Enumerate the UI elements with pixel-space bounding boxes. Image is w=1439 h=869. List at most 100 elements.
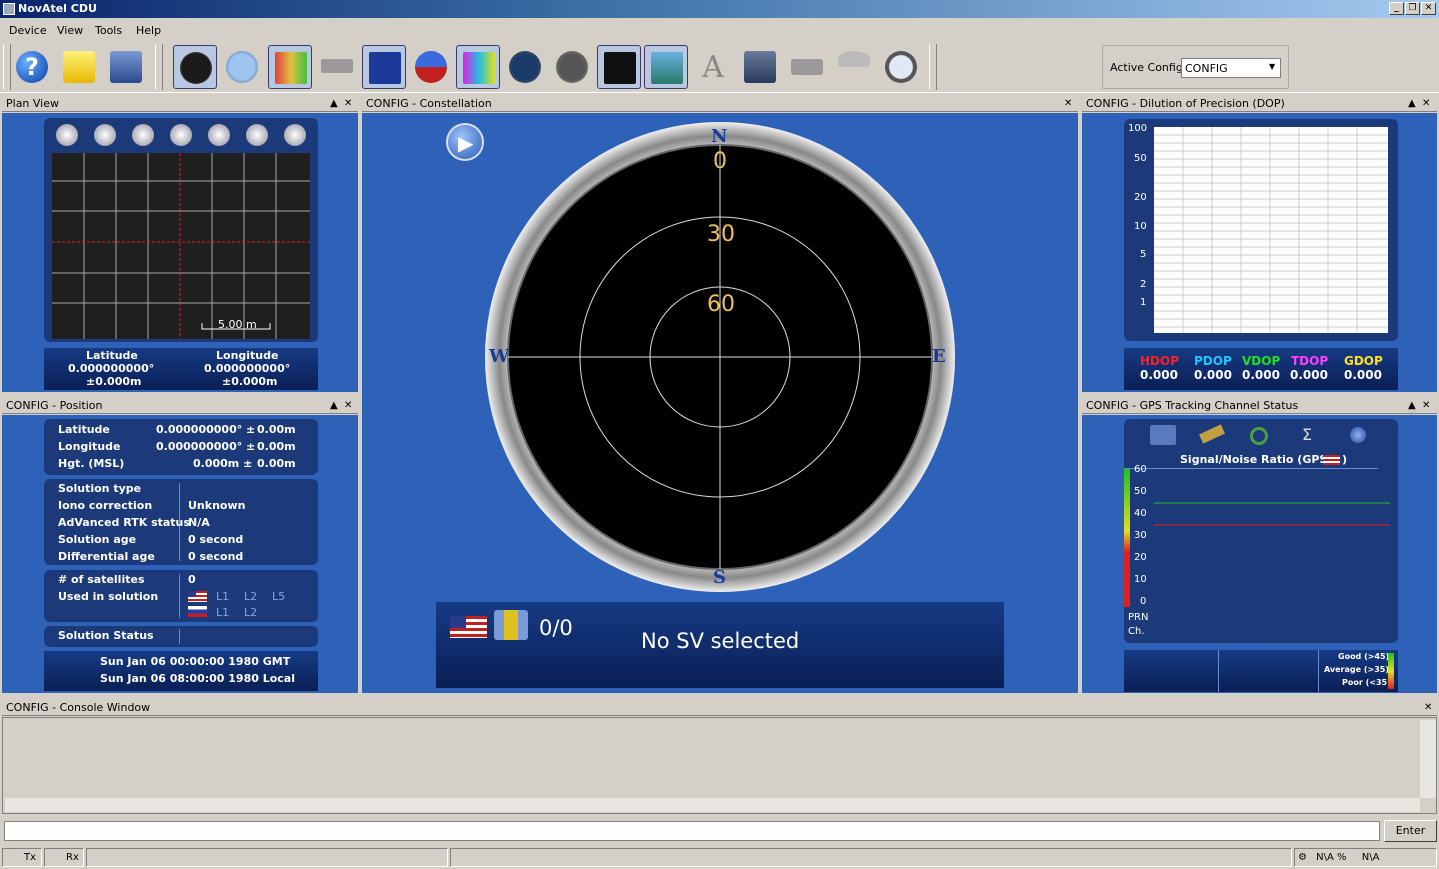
folder-icon [63,51,95,83]
save-button[interactable] [104,45,148,89]
close-icon[interactable]: ✕ [1422,397,1430,414]
divider [179,574,180,618]
status-segment [86,848,448,867]
collapse-icon[interactable]: ▲ [330,95,338,112]
collapse-icon[interactable]: ▲ [330,397,338,414]
vertical-scrollbar[interactable] [1420,720,1436,798]
plan-view-button[interactable] [173,45,217,89]
longitude-error: ±0.000m [222,375,278,388]
console-input[interactable] [4,821,1380,841]
zoom-center-icon[interactable] [170,124,192,146]
plan-view-toolbar [54,124,308,148]
collapse-icon[interactable]: ▲ [1408,95,1416,112]
novatel-button[interactable] [644,45,688,89]
solution-status-label: Solution Status [58,629,154,642]
hdop-value: 0.000 [1140,368,1178,382]
tracking-title-bar: CONFIG - GPS Tracking Channel Status ▲ ✕ [1082,397,1437,414]
trash-icon[interactable] [208,124,230,146]
constellation-button[interactable] [550,45,594,89]
close-icon[interactable]: ✕ [1064,95,1072,112]
constellation-icon [556,51,588,83]
globe-icon[interactable] [1350,427,1366,443]
menu-view[interactable]: View [57,24,83,37]
lat-label: Latitude [58,423,110,436]
save-config-button[interactable] [738,45,782,89]
zoom-fit-icon[interactable] [132,124,154,146]
divider [179,629,180,644]
play-button[interactable]: ▶ [446,123,484,161]
horizontal-scrollbar[interactable] [5,798,1420,812]
minimize-button[interactable]: _ [1389,2,1404,15]
grid-icon[interactable] [246,124,268,146]
clock-button[interactable] [220,45,264,89]
search-button[interactable] [879,45,923,89]
diff-age-value: 0 second [188,550,244,563]
antenna-button[interactable] [832,45,876,89]
velocity-button[interactable] [503,45,547,89]
plan-view-title-bar: Plan View ▲ ✕ [2,95,358,112]
position-button[interactable] [362,45,406,89]
attitude-button[interactable] [409,45,453,89]
dop-chart [1154,127,1388,333]
console-output[interactable] [2,717,1437,814]
time-box: Sun Jan 06 00:00:00 1980 GMT Sun Jan 06 … [44,651,318,691]
settings-icon[interactable] [284,124,306,146]
satellites-box: # of satellites 0 Used in solution L1 L2… [44,570,318,622]
plan-view-grid [52,153,310,339]
menu-help[interactable]: Help [136,24,161,37]
rx-label: Rx [66,852,79,863]
close-icon[interactable]: ✕ [344,397,352,414]
pdop-label: PDOP [1194,354,1232,368]
dop-tick-50: 50 [1134,153,1147,164]
toolbar-grip[interactable] [155,44,163,90]
floppy-icon [110,51,142,83]
menu-device[interactable]: Device [9,24,47,37]
active-config-select[interactable]: CONFIG ▼ [1181,58,1281,78]
menu-bar: Device View Tools Help [0,20,1439,41]
refresh-icon[interactable] [1250,427,1268,445]
elevation-0-label: 0 [713,149,727,174]
ruler-icon[interactable] [1199,424,1225,444]
gauge-icon [509,51,541,83]
help-button[interactable]: ? [10,45,54,89]
restore-button[interactable]: ❐ [1405,2,1420,15]
enter-button[interactable]: Enter [1384,820,1437,842]
dop-values-box: HDOP PDOP VDOP TDOP GDOP 0.000 0.000 0.0… [1124,348,1398,390]
status-percent: N\A % [1316,852,1347,863]
tdop-label: TDOP [1291,354,1329,368]
close-icon[interactable]: ✕ [344,95,352,112]
collapse-icon[interactable]: ▲ [1408,397,1416,414]
solution-box: Solution type Iono correction Unknown Ad… [44,479,318,565]
hgt-error: 0.00m [257,457,296,470]
font-button[interactable]: A [691,45,735,89]
snr-tick-20: 20 [1134,552,1147,563]
receiver-icon [791,59,823,75]
scale-label: 5.00 m [218,318,257,331]
menu-tools[interactable]: Tools [95,24,122,37]
longitude-value: 0.000000000° [204,362,291,375]
dop-button[interactable] [456,45,500,89]
zoom-out-icon[interactable] [94,124,116,146]
tracking-button[interactable] [268,45,312,89]
dop-panel: 100 50 20 10 5 2 1 HDOP PDOP VDOP TDOP G… [1082,113,1437,392]
dropdown-arrow-icon: ▼ [1269,62,1276,71]
zoom-in-icon[interactable] [56,124,78,146]
help-icon: ? [16,51,48,83]
solution-age-label: Solution age [58,533,137,546]
tx-indicator: Tx [2,848,42,867]
us-flag-icon [188,591,207,602]
close-button[interactable]: ✕ [1421,2,1436,15]
dop-chart-frame: 100 50 20 10 5 2 1 [1124,119,1398,341]
close-icon[interactable]: ✕ [1424,699,1432,716]
close-icon[interactable]: ✕ [1422,95,1430,112]
position-title-bar: CONFIG - Position ▲ ✕ [2,397,358,414]
trajectory-button[interactable] [597,45,641,89]
position-coords-box: Latitude 0.000000000° ± 0.00m Longitude … [44,419,318,475]
play-icon: ▶ [458,131,474,155]
snr-bars-icon[interactable] [1150,425,1176,445]
receiver-button[interactable] [785,45,829,89]
sigma-icon[interactable]: Σ [1302,425,1312,444]
toolbar-grip[interactable] [929,44,937,90]
open-button[interactable] [57,45,101,89]
console-button[interactable] [315,45,359,89]
